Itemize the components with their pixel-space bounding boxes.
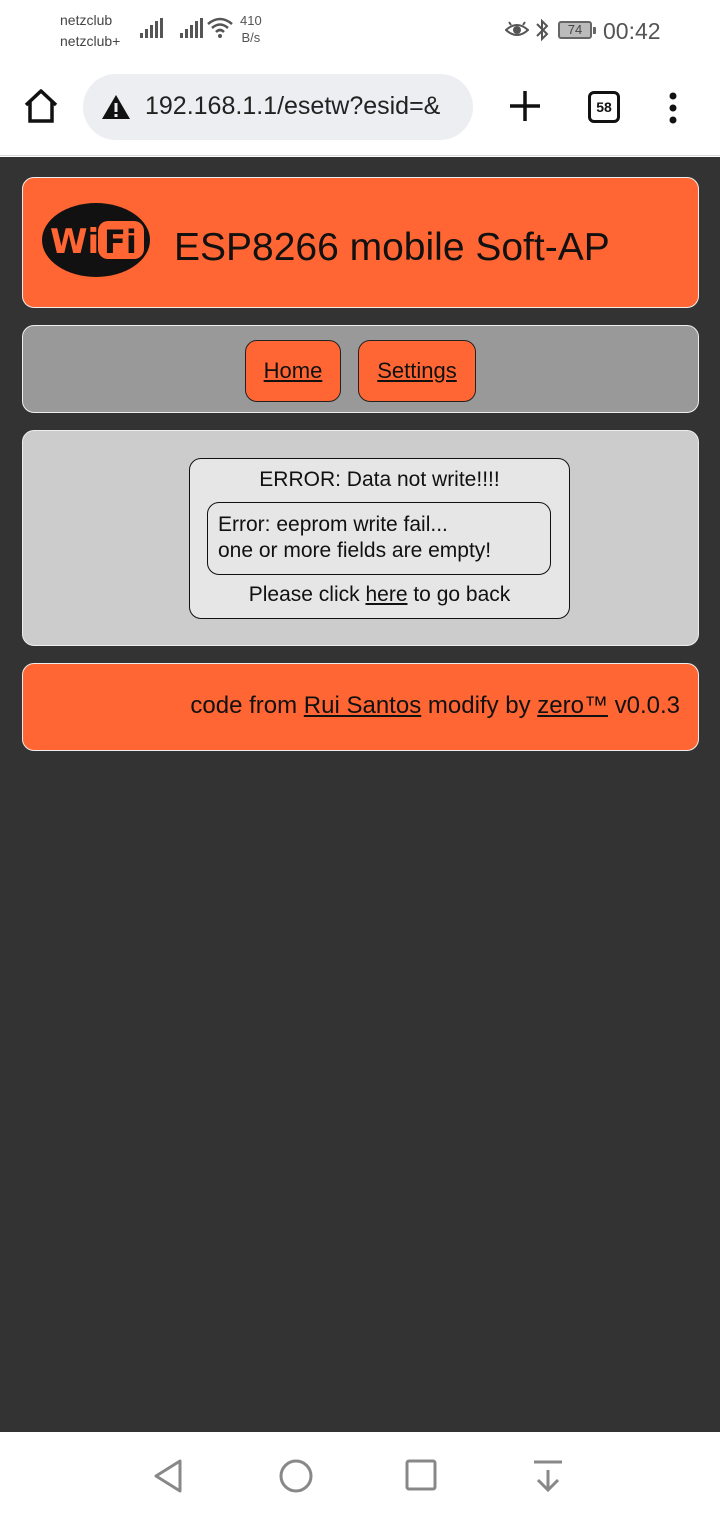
error-detail-line-1: Error: eeprom write fail...	[218, 513, 448, 536]
logo-fi: Fi	[104, 223, 137, 261]
signal-icon	[180, 18, 203, 38]
eye-comfort-icon	[505, 21, 529, 36]
version-label: v0.0.3	[614, 692, 680, 719]
net-speed: 410 B/s	[240, 12, 262, 46]
net-speed-unit: B/s	[241, 30, 261, 45]
net-speed-value: 410	[240, 13, 262, 28]
error-detail: Error: eeprom write fail... one or more …	[207, 502, 551, 575]
web-page: Wi Fi ESP8266 mobile Soft-AP Home Settin…	[0, 157, 720, 1432]
home-icon[interactable]	[22, 88, 60, 124]
error-detail-line-2: one or more fields are empty!	[218, 539, 492, 562]
page-title: ESP8266 mobile Soft-AP	[174, 226, 610, 269]
home-circle-icon[interactable]	[278, 1458, 314, 1494]
carrier-1: netzclub	[60, 12, 113, 28]
plus-icon[interactable]	[508, 89, 542, 123]
nav-bar: Home Settings	[22, 325, 699, 413]
go-back-suffix: to go back	[413, 583, 511, 606]
status-bar: netzclub netzclub+ 410 B/s 74 00:42	[0, 0, 720, 62]
settings-nav-button[interactable]: Settings	[358, 340, 476, 402]
system-nav-bar	[0, 1432, 720, 1520]
logo-wi: Wi	[50, 222, 99, 262]
bluetooth-icon	[536, 18, 549, 42]
error-title: ERROR: Data not write!!!!	[259, 468, 500, 491]
wifi-status-icon	[207, 17, 233, 38]
carrier-names: netzclub netzclub+	[60, 10, 120, 52]
author-link[interactable]: Rui Santos	[304, 692, 421, 719]
address-bar[interactable]: 192.168.1.1/esetw?esid=&	[83, 74, 473, 140]
warning-icon[interactable]	[101, 94, 131, 120]
recent-apps-icon[interactable]	[405, 1459, 437, 1491]
signal-icon	[140, 18, 163, 38]
clock: 00:42	[603, 18, 661, 44]
home-nav-button[interactable]: Home	[245, 340, 341, 402]
go-back-text: Please click here to go back	[190, 583, 569, 607]
browser-toolbar: 192.168.1.1/esetw?esid=& 58	[0, 62, 720, 156]
carrier-2: netzclub+	[60, 33, 121, 49]
footer-prefix: code from	[190, 692, 298, 719]
wifi-logo: Wi Fi	[42, 203, 150, 277]
url-text[interactable]: 192.168.1.1/esetw?esid=&	[145, 92, 463, 121]
more-vert-icon[interactable]	[668, 92, 678, 124]
battery-indicator: 74	[558, 21, 596, 39]
footer: code from Rui Santos modify by zero™ v0.…	[22, 663, 699, 751]
go-back-prefix: Please click	[248, 583, 360, 606]
content-card: ERROR: Data not write!!!! Error: eeprom …	[22, 430, 699, 646]
notification-pull-icon[interactable]	[532, 1458, 564, 1494]
error-box: ERROR: Data not write!!!! Error: eeprom …	[189, 458, 570, 619]
header-card: Wi Fi ESP8266 mobile Soft-AP	[22, 177, 699, 308]
modifier-link[interactable]: zero™	[537, 692, 608, 719]
back-icon[interactable]	[152, 1458, 184, 1494]
footer-middle: modify by	[427, 692, 531, 719]
tab-switcher-button[interactable]: 58	[588, 91, 620, 123]
go-back-link[interactable]: here	[365, 583, 407, 606]
footer-credits: code from Rui Santos modify by zero™ v0.…	[190, 692, 680, 720]
